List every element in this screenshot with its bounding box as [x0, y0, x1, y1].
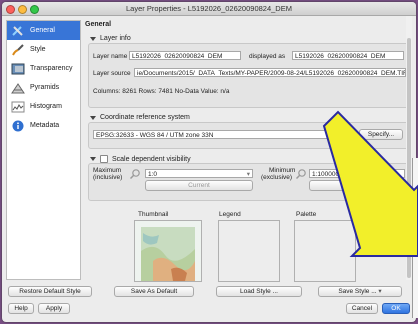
histogram-icon [11, 101, 25, 112]
sidebar-item-transparency[interactable]: Transparency [7, 59, 80, 78]
layer-source-label: Layer source [93, 70, 131, 77]
minimum-current-button[interactable]: Current [309, 180, 405, 191]
sidebar-item-style[interactable]: Style [7, 40, 80, 59]
maximum-label: Maximum [93, 167, 122, 174]
sidebar-item-histogram[interactable]: Histogram [7, 97, 80, 116]
layer-name-label: Layer name [93, 53, 128, 60]
window-controls [6, 5, 39, 14]
legend-preview [218, 220, 280, 282]
chevron-down-icon: ▾ [246, 171, 250, 178]
wrench-screwdriver-icon [12, 25, 23, 36]
specify-crs-button[interactable]: Specify... [359, 129, 403, 140]
maximum-current-button[interactable]: Current [145, 180, 253, 191]
paintbrush-icon [12, 43, 24, 55]
dem-thumbnail-image [135, 221, 201, 281]
displayed-as-field: L5192026_02620090824_DEM [292, 51, 404, 60]
layer-source-field[interactable]: ie/Documents/2015/_DATA_Texts/MY-PAPER/2… [134, 68, 406, 77]
scale-visibility-checkbox[interactable] [100, 155, 108, 163]
apply-button[interactable]: Apply [38, 303, 70, 314]
scale-visibility-header[interactable]: Scale dependent visibility [90, 155, 191, 163]
sidebar-item-pyramids[interactable]: Pyramids [7, 78, 80, 97]
minimum-label: Minimum [269, 167, 296, 174]
restore-default-style-button[interactable]: Restore Default Style [8, 286, 92, 297]
crs-field[interactable]: EPSG:32633 - WGS 84 / UTM zone 33N [93, 130, 331, 139]
close-window-button[interactable] [6, 5, 15, 14]
pyramid-icon [11, 82, 25, 93]
minimum-exclusive-label: (exclusive) [261, 174, 293, 181]
title-bar: Layer Properties - L5192026_02620090824_… [2, 2, 416, 16]
save-style-button[interactable]: Save Style ... ▾ [318, 286, 402, 297]
maximum-inclusive-label: (inclusive) [93, 174, 123, 181]
sidebar-item-label: Transparency [30, 65, 73, 72]
sidebar-item-label: Style [30, 46, 46, 53]
displayed-as-label: displayed as [249, 53, 286, 60]
layer-properties-window: Layer Properties - L5192026_02620090824_… [2, 2, 416, 322]
load-style-button[interactable]: Load Style ... [216, 286, 302, 297]
zoom-magnifier-icon [295, 169, 306, 180]
legend-label: Legend [219, 211, 241, 218]
thumbnail-preview [134, 220, 202, 282]
help-button[interactable]: Help [8, 303, 34, 314]
save-as-default-button[interactable]: Save As Default [114, 286, 194, 297]
palette-preview [294, 220, 356, 282]
sidebar-item-metadata[interactable]: Metadata [7, 116, 80, 135]
window-title: Layer Properties - L5192026_02620090824_… [126, 4, 292, 13]
layer-info-header[interactable]: Layer info [90, 35, 131, 42]
layer-name-input[interactable]: L5192026_02620090824_DEM [129, 51, 241, 60]
thumbnail-label: Thumbnail [138, 211, 169, 218]
sidebar-item-general[interactable]: General [7, 21, 80, 40]
chevron-down-icon: ▾ [378, 288, 382, 295]
sidebar-item-label: Metadata [30, 122, 60, 129]
scrollbar-thumb[interactable] [407, 38, 411, 278]
palette-label: Palette [296, 211, 317, 218]
layer-info-group: Layer name L5192026_02620090824_DEM disp… [88, 43, 410, 108]
raster-stats: Columns: 8261 Rows: 7481 No-Data Value: … [93, 88, 230, 95]
sidebar-item-label: Histogram [30, 103, 62, 110]
ok-button[interactable]: OK [382, 303, 410, 314]
scale-visibility-group: Maximum (inclusive) 1:0 ▾ Current Minimu… [88, 163, 410, 201]
info-icon [12, 120, 24, 131]
cancel-button[interactable]: Cancel [346, 303, 378, 314]
transparency-icon [11, 63, 25, 74]
general-panel: General Layer info Layer name L5192026_0… [82, 16, 412, 282]
sidebar-item-label: Pyramids [30, 84, 60, 91]
crs-group: EPSG:32633 - WGS 84 / UTM zone 33N Speci… [88, 122, 410, 149]
minimum-scale-select[interactable]: 1:100000000 [309, 169, 405, 178]
maximum-scale-select[interactable]: 1:0 ▾ [145, 169, 253, 178]
page-title: General [85, 21, 112, 28]
zoom-window-button[interactable] [30, 5, 39, 14]
crs-header[interactable]: Coordinate reference system [90, 114, 190, 121]
disclosure-triangle-icon [90, 157, 96, 161]
sidebar: General Style Transparency Pyramids Hist… [6, 20, 81, 280]
zoom-magnifier-icon [129, 169, 140, 180]
minimize-window-button[interactable] [18, 5, 27, 14]
disclosure-triangle-icon [90, 115, 96, 120]
sidebar-item-label: General [30, 27, 55, 34]
disclosure-triangle-icon [90, 36, 96, 41]
partial-background-window [412, 158, 418, 318]
